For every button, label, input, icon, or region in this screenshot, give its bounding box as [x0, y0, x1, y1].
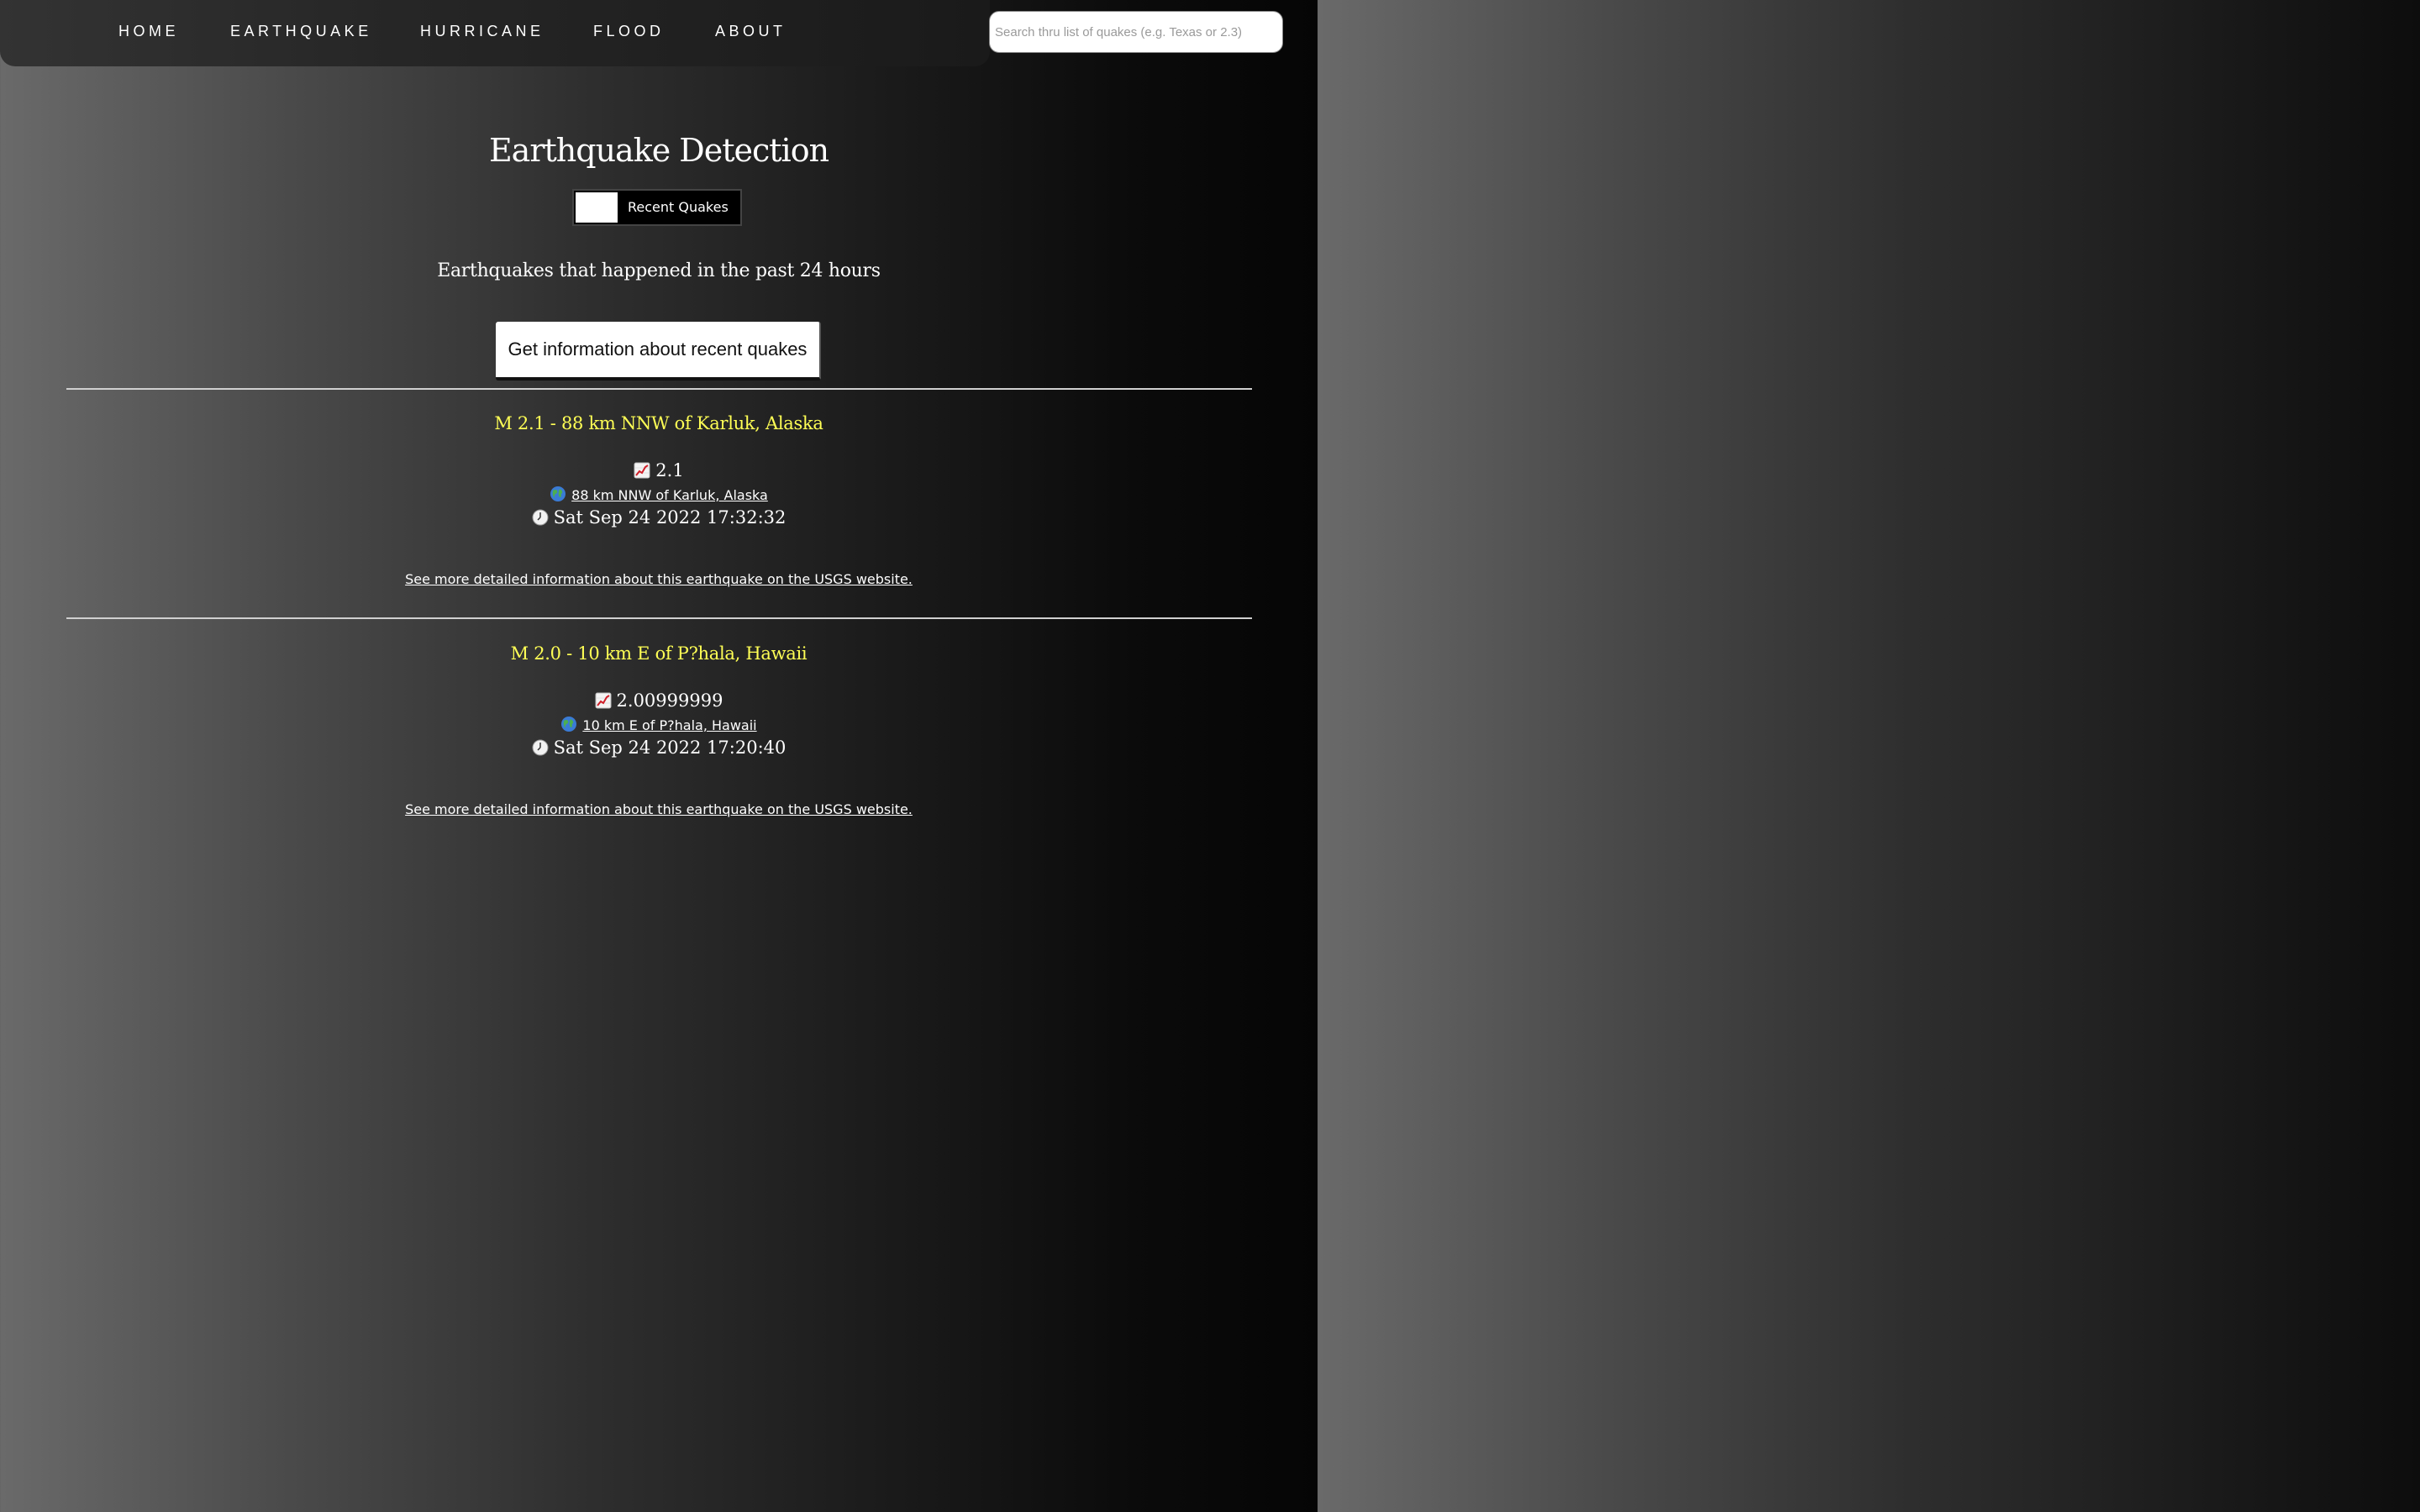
quake-title: M 2.0 - 10 km E of P?hala, Hawaii — [510, 643, 808, 664]
usgs-link-row: See more detailed information about this… — [0, 571, 1318, 587]
divider — [66, 617, 1252, 619]
quake-time-row: Sat Sep 24 2022 17:20:40 — [0, 738, 1318, 758]
divider — [66, 388, 1252, 390]
quake-magnitude-row: 2.00999999 — [0, 690, 1318, 711]
nav-item-flood[interactable]: FLOOD — [593, 23, 665, 40]
quake-location-link[interactable]: 10 km E of P?hala, Hawaii — [582, 717, 756, 733]
toggle-label: Recent Quakes — [628, 199, 729, 215]
clock-icon — [532, 509, 549, 526]
recent-quakes-toggle[interactable]: Recent Quakes — [572, 189, 742, 226]
quake-time: Sat Sep 24 2022 17:20:40 — [553, 738, 786, 758]
nav-item-earthquake[interactable]: EARTHQUAKE — [230, 23, 372, 40]
quake-time-row: Sat Sep 24 2022 17:32:32 — [0, 507, 1318, 528]
quake-title: M 2.1 - 88 km NNW of Karluk, Alaska — [494, 413, 823, 433]
page-subtitle: Earthquakes that happened in the past 24… — [437, 260, 881, 281]
nav-item-home[interactable]: HOME — [118, 23, 179, 40]
nav-item-about[interactable]: ABOUT — [715, 23, 786, 40]
nav-bar: HOME EARTHQUAKE HURRICANE FLOOD ABOUT — [0, 0, 990, 66]
chart-increasing-icon — [634, 462, 650, 479]
chart-increasing-icon — [595, 692, 612, 709]
usgs-link[interactable]: See more detailed information about this… — [405, 571, 913, 587]
nav-item-hurricane[interactable]: HURRICANE — [420, 23, 544, 40]
globe-icon — [561, 717, 577, 732]
quake-magnitude: 2.1 — [655, 460, 684, 480]
quake-magnitude-row: 2.1 — [0, 460, 1318, 480]
usgs-link-row: See more detailed information about this… — [0, 801, 1318, 817]
page-title: Earthquake Detection — [488, 132, 829, 169]
quake-location-row: 88 km NNW of Karluk, Alaska — [0, 486, 1318, 503]
usgs-link[interactable]: See more detailed information about this… — [405, 801, 913, 817]
globe-icon — [550, 486, 566, 501]
quake-time: Sat Sep 24 2022 17:32:32 — [553, 507, 786, 528]
clock-icon — [532, 739, 549, 756]
toggle-knob — [576, 192, 618, 223]
search-input[interactable] — [989, 11, 1283, 53]
get-info-button[interactable]: Get information about recent quakes — [496, 322, 821, 381]
quake-magnitude: 2.00999999 — [616, 690, 723, 711]
quake-location-link[interactable]: 88 km NNW of Karluk, Alaska — [571, 487, 768, 503]
quake-location-row: 10 km E of P?hala, Hawaii — [0, 716, 1318, 733]
